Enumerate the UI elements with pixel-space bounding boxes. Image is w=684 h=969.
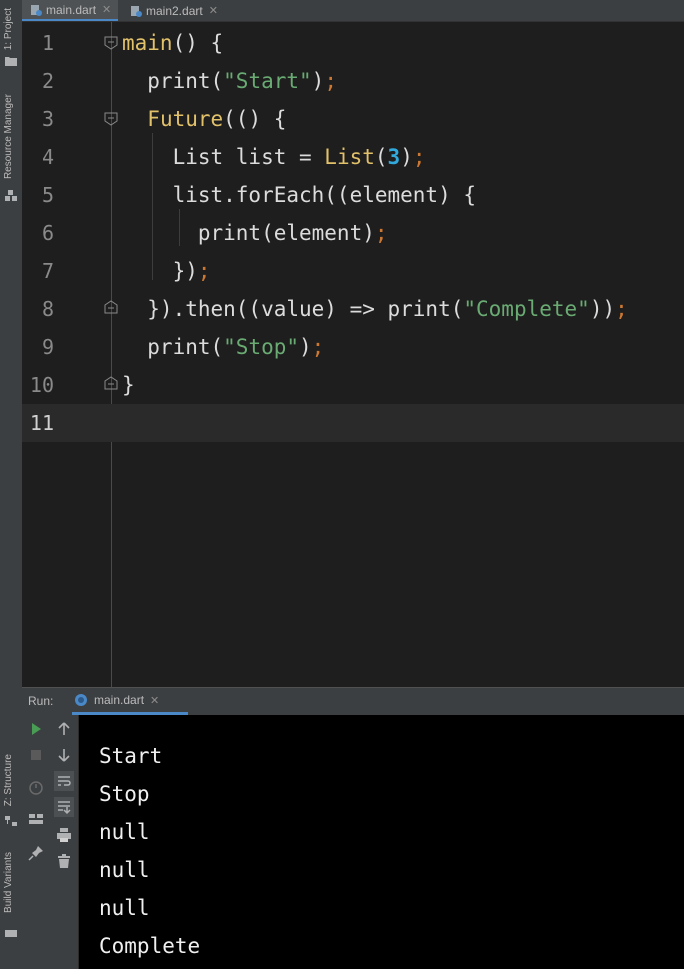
fold-end-icon[interactable]: [104, 300, 118, 314]
pin-icon[interactable]: [26, 843, 46, 863]
line-number: 10: [29, 373, 54, 397]
code-text: print("Start");: [122, 69, 337, 93]
run-toolbar-secondary: [50, 715, 79, 969]
run-console[interactable]: Start Stop null null null Complete: [79, 715, 684, 969]
code-text: print("Stop");: [122, 335, 325, 359]
code-text: }).then((value) => print("Complete"));: [122, 297, 628, 321]
run-tab-main-dart[interactable]: main.dart ✕: [72, 688, 188, 715]
dart-file-icon: [31, 4, 42, 16]
build-variants-icon[interactable]: [5, 928, 17, 938]
build-variants-tool-label[interactable]: Build Variants: [3, 852, 14, 913]
code-editor[interactable]: 1 main() { 2 print("Start"); 3 Future(()…: [22, 22, 684, 687]
dart-run-icon: [75, 694, 87, 706]
down-arrow-icon[interactable]: [54, 745, 74, 765]
resource-icon[interactable]: [5, 190, 17, 202]
left-tool-strip: 1: Project Resource Manager Z: Structure…: [0, 0, 23, 969]
code-text: }: [122, 373, 135, 397]
code-text: Future(() {: [147, 107, 287, 131]
resource-manager-tool-label[interactable]: Resource Manager: [3, 94, 14, 179]
code-line[interactable]: 5 list.forEach((element) {: [22, 176, 684, 214]
line-number: 9: [41, 335, 54, 359]
folder-icon[interactable]: [5, 56, 17, 66]
code-line[interactable]: 2 print("Start");: [22, 62, 684, 100]
fold-end-icon[interactable]: [104, 376, 118, 390]
code-line[interactable]: 10 }: [22, 366, 684, 404]
timer-icon[interactable]: [26, 777, 46, 797]
line-number: 2: [41, 69, 54, 93]
code-line-current[interactable]: 11: [22, 404, 684, 442]
tab-label: main2.dart: [146, 3, 203, 18]
structure-tool-label[interactable]: Z: Structure: [3, 754, 14, 806]
code-line[interactable]: 8 }).then((value) => print("Complete"));: [22, 290, 684, 328]
close-icon[interactable]: ✕: [209, 4, 218, 17]
code-text: });: [122, 259, 211, 283]
code-line[interactable]: 7 });: [22, 252, 684, 290]
console-output-line: Start: [99, 744, 163, 768]
fold-collapse-icon[interactable]: [104, 112, 118, 126]
console-output-line: null: [99, 820, 150, 844]
code-text: main() {: [122, 31, 224, 55]
dart-file-icon: [131, 5, 142, 17]
stop-icon[interactable]: [26, 745, 46, 765]
line-number: 11: [29, 411, 54, 435]
soft-wrap-icon[interactable]: [54, 771, 74, 791]
code-line[interactable]: 9 print("Stop");: [22, 328, 684, 366]
structure-icon[interactable]: [5, 816, 17, 826]
line-number: 7: [41, 259, 54, 283]
console-output-line: Complete: [99, 934, 201, 958]
console-output-line: Stop: [99, 782, 150, 806]
tab-main-dart[interactable]: main.dart ✕: [22, 0, 118, 21]
trash-icon[interactable]: [54, 851, 74, 871]
rerun-icon[interactable]: [26, 719, 46, 739]
code-text: List list = List(3);: [122, 145, 426, 169]
run-tab-label: main.dart: [94, 693, 145, 707]
line-number: 3: [41, 107, 54, 131]
line-number: 1: [41, 31, 54, 55]
code-text: list.forEach((element) {: [122, 183, 477, 207]
console-output-line: null: [99, 858, 150, 882]
run-toolbar-primary: [22, 715, 50, 969]
print-icon[interactable]: [54, 825, 74, 845]
fold-collapse-icon[interactable]: [104, 36, 118, 50]
tab-main2-dart[interactable]: main2.dart ✕: [122, 0, 230, 21]
console-output-line: null: [99, 896, 150, 920]
scroll-to-end-icon[interactable]: [54, 797, 74, 817]
line-number: 6: [41, 221, 54, 245]
code-line[interactable]: 1 main() {: [22, 24, 684, 62]
code-line[interactable]: 6 print(element);: [22, 214, 684, 252]
up-arrow-icon[interactable]: [54, 719, 74, 739]
layout-icon[interactable]: [26, 809, 46, 829]
run-tool-header: Run: main.dart ✕: [22, 687, 684, 715]
editor-tab-bar: main.dart ✕ main2.dart ✕: [22, 0, 684, 22]
close-icon[interactable]: ✕: [102, 3, 111, 16]
line-number: 8: [41, 297, 54, 321]
line-number: 4: [41, 145, 54, 169]
code-line[interactable]: 3 Future(() {: [22, 100, 684, 138]
code-line[interactable]: 4 List list = List(3);: [22, 138, 684, 176]
project-tool-label[interactable]: 1: Project: [3, 8, 14, 50]
close-icon[interactable]: ✕: [150, 694, 159, 707]
run-label: Run:: [28, 694, 54, 708]
tab-label: main.dart: [46, 2, 97, 17]
code-text: print(element);: [122, 221, 388, 245]
line-number: 5: [41, 183, 54, 207]
